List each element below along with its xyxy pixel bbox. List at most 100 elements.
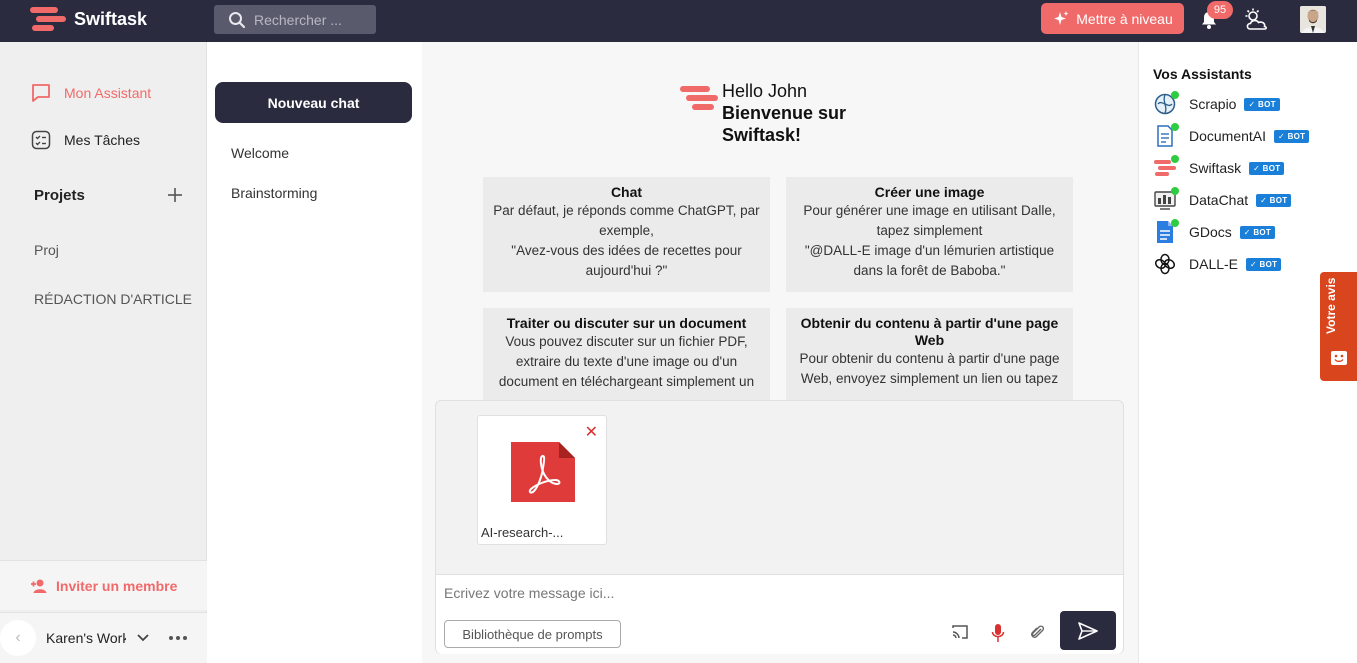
notification-badge: 95 xyxy=(1207,1,1233,19)
brand-name: Swiftask xyxy=(74,8,148,29)
projects-header: Projets xyxy=(34,186,184,204)
scrapio-icon xyxy=(1153,91,1179,116)
microphone-icon[interactable] xyxy=(990,623,1006,643)
suggestion-card-image[interactable]: Créer une image Pour générer une image e… xyxy=(786,177,1073,292)
online-status-dot xyxy=(1171,155,1179,163)
remove-attachment-icon[interactable]: ✕ xyxy=(585,422,598,442)
chat-item-welcome[interactable]: Welcome xyxy=(231,145,289,161)
welcome-line-2: Swiftask! xyxy=(722,125,802,145)
prompt-library-button[interactable]: Bibliothèque de prompts xyxy=(444,620,621,648)
message-input[interactable] xyxy=(444,585,944,601)
cast-icon[interactable] xyxy=(951,623,969,641)
top-bar: Swiftask Mettre à niveau 95 xyxy=(0,0,1357,42)
card-title: Chat xyxy=(610,184,643,200)
chat-item-brainstorming[interactable]: Brainstorming xyxy=(231,185,317,201)
card-body: Par défaut, je réponds comme ChatGPT, pa… xyxy=(493,203,760,278)
card-title: Créer une image xyxy=(874,184,985,200)
bot-badge: ✓ BOT xyxy=(1246,257,1282,271)
online-status-dot xyxy=(1171,219,1179,227)
assistant-item-scrapio[interactable]: Scrapio ✓ BOT xyxy=(1153,91,1280,116)
card-body: Pour générer une image en utilisant Dall… xyxy=(803,203,1056,278)
bot-badge: ✓ BOT xyxy=(1249,161,1285,175)
assistant-name: DocumentAI xyxy=(1189,128,1267,144)
search-box[interactable] xyxy=(214,5,376,34)
projects-title: Projets xyxy=(34,186,85,204)
welcome-text: Hello John Bienvenue sur Swiftask! xyxy=(722,80,846,146)
workspace-name: Karen's Work xyxy=(46,630,126,646)
google-docs-icon xyxy=(1153,219,1179,244)
pdf-file-icon xyxy=(511,442,575,502)
assistants-title: Vos Assistants xyxy=(1153,66,1252,82)
search-icon xyxy=(229,11,246,28)
sparkle-icon xyxy=(1054,10,1069,25)
project-item[interactable]: Proj xyxy=(34,242,59,258)
message-composer: ✕ AI-research-... Bibliothèque de prompt… xyxy=(435,400,1124,654)
brand-logo[interactable]: Swiftask xyxy=(30,5,147,33)
add-user-icon xyxy=(31,579,47,593)
assistant-item-dall-e[interactable]: DALL-E ✓ BOT xyxy=(1153,252,1282,276)
chat-list-panel: Nouveau chat Welcome Brainstorming xyxy=(207,42,422,663)
bot-badge: ✓ BOT xyxy=(1256,193,1292,207)
user-photo-icon xyxy=(1300,6,1326,33)
document-ai-icon xyxy=(1153,123,1179,148)
upgrade-button[interactable]: Mettre à niveau xyxy=(1041,3,1184,34)
invite-label: Inviter un membre xyxy=(56,577,178,594)
weather-icon[interactable] xyxy=(1243,8,1269,32)
new-chat-button[interactable]: Nouveau chat xyxy=(215,82,412,123)
left-sidebar: Mon Assistant Mes Tâches Projets Proj RÉ… xyxy=(0,42,207,663)
datachat-icon xyxy=(1153,187,1179,212)
bot-badge: ✓ BOT xyxy=(1239,225,1276,239)
assistant-item-swiftask[interactable]: Swiftask ✓ BOT xyxy=(1153,155,1285,180)
welcome-header: Hello John Bienvenue sur Swiftask! xyxy=(680,80,846,146)
search-input[interactable] xyxy=(254,11,374,28)
welcome-line-1: Bienvenue sur xyxy=(722,103,847,123)
sidebar-item-label: Mon Assistant xyxy=(64,85,152,101)
openai-icon xyxy=(1153,252,1177,276)
send-button[interactable] xyxy=(1060,611,1116,650)
chevron-down-icon[interactable] xyxy=(136,633,150,643)
sidebar-item-mon-assistant[interactable]: Mon Assistant xyxy=(30,82,151,104)
more-options-icon[interactable] xyxy=(168,635,188,641)
online-status-dot xyxy=(1171,123,1179,131)
sidebar-item-label: Mes Tâches xyxy=(64,132,140,148)
invite-member-button[interactable]: Inviter un membre xyxy=(0,560,207,610)
swiftask-logo-icon xyxy=(30,7,66,31)
smiley-icon xyxy=(1331,351,1347,365)
assistant-item-gdocs[interactable]: GDocs ✓ BOT xyxy=(1153,219,1276,244)
plus-icon[interactable] xyxy=(166,186,184,204)
greeting: Hello John xyxy=(722,81,808,101)
swiftask-logo-icon xyxy=(1153,155,1179,180)
upgrade-label: Mettre à niveau xyxy=(1076,10,1173,27)
assistant-name: DataChat xyxy=(1189,192,1249,208)
attachment-preview[interactable]: ✕ AI-research-... xyxy=(477,415,607,545)
card-title: Traiter ou discuter sur un document xyxy=(506,315,747,331)
card-title: Obtenir du contenu à partir d'une page W… xyxy=(800,315,1059,348)
user-avatar[interactable] xyxy=(1300,6,1326,33)
assistant-name: DALL-E xyxy=(1189,256,1239,272)
attachment-name: AI-research-... xyxy=(481,525,564,540)
paperclip-icon[interactable] xyxy=(1028,623,1046,641)
send-icon xyxy=(1078,621,1098,640)
suggestion-card-chat[interactable]: Chat Par défaut, je réponds comme ChatGP… xyxy=(483,177,770,292)
message-input-area: Bibliothèque de prompts xyxy=(436,574,1123,654)
workspace-switcher[interactable]: ‹ Karen's Work xyxy=(0,612,207,663)
suggestion-card-document[interactable]: Traiter ou discuter sur un document Vous… xyxy=(483,308,770,400)
assistant-item-datachat[interactable]: DataChat ✓ BOT xyxy=(1153,187,1292,212)
assistant-name: Scrapio xyxy=(1189,96,1237,112)
card-body: Pour obtenir du contenu à partir d'une p… xyxy=(799,351,1060,386)
online-status-dot xyxy=(1171,91,1179,99)
assistant-item-documentai[interactable]: DocumentAI ✓ BOT xyxy=(1153,123,1310,148)
suggestion-card-web[interactable]: Obtenir du contenu à partir d'une page W… xyxy=(786,308,1073,400)
bot-badge: ✓ BOT xyxy=(1274,129,1310,143)
bot-badge: ✓ BOT xyxy=(1244,97,1280,111)
project-item[interactable]: RÉDACTION D'ARTICLE xyxy=(34,291,192,307)
assistant-name: GDocs xyxy=(1189,224,1232,240)
chat-bubble-icon xyxy=(32,84,50,102)
online-status-dot xyxy=(1171,187,1179,195)
feedback-label: Votre avis xyxy=(1324,277,1338,334)
assistant-name: Swiftask xyxy=(1189,160,1242,176)
feedback-tab[interactable]: Votre avis xyxy=(1320,272,1357,381)
sidebar-item-mes-taches[interactable]: Mes Tâches xyxy=(30,129,140,151)
collapse-sidebar-icon[interactable]: ‹ xyxy=(0,620,36,656)
task-list-icon xyxy=(31,130,51,150)
